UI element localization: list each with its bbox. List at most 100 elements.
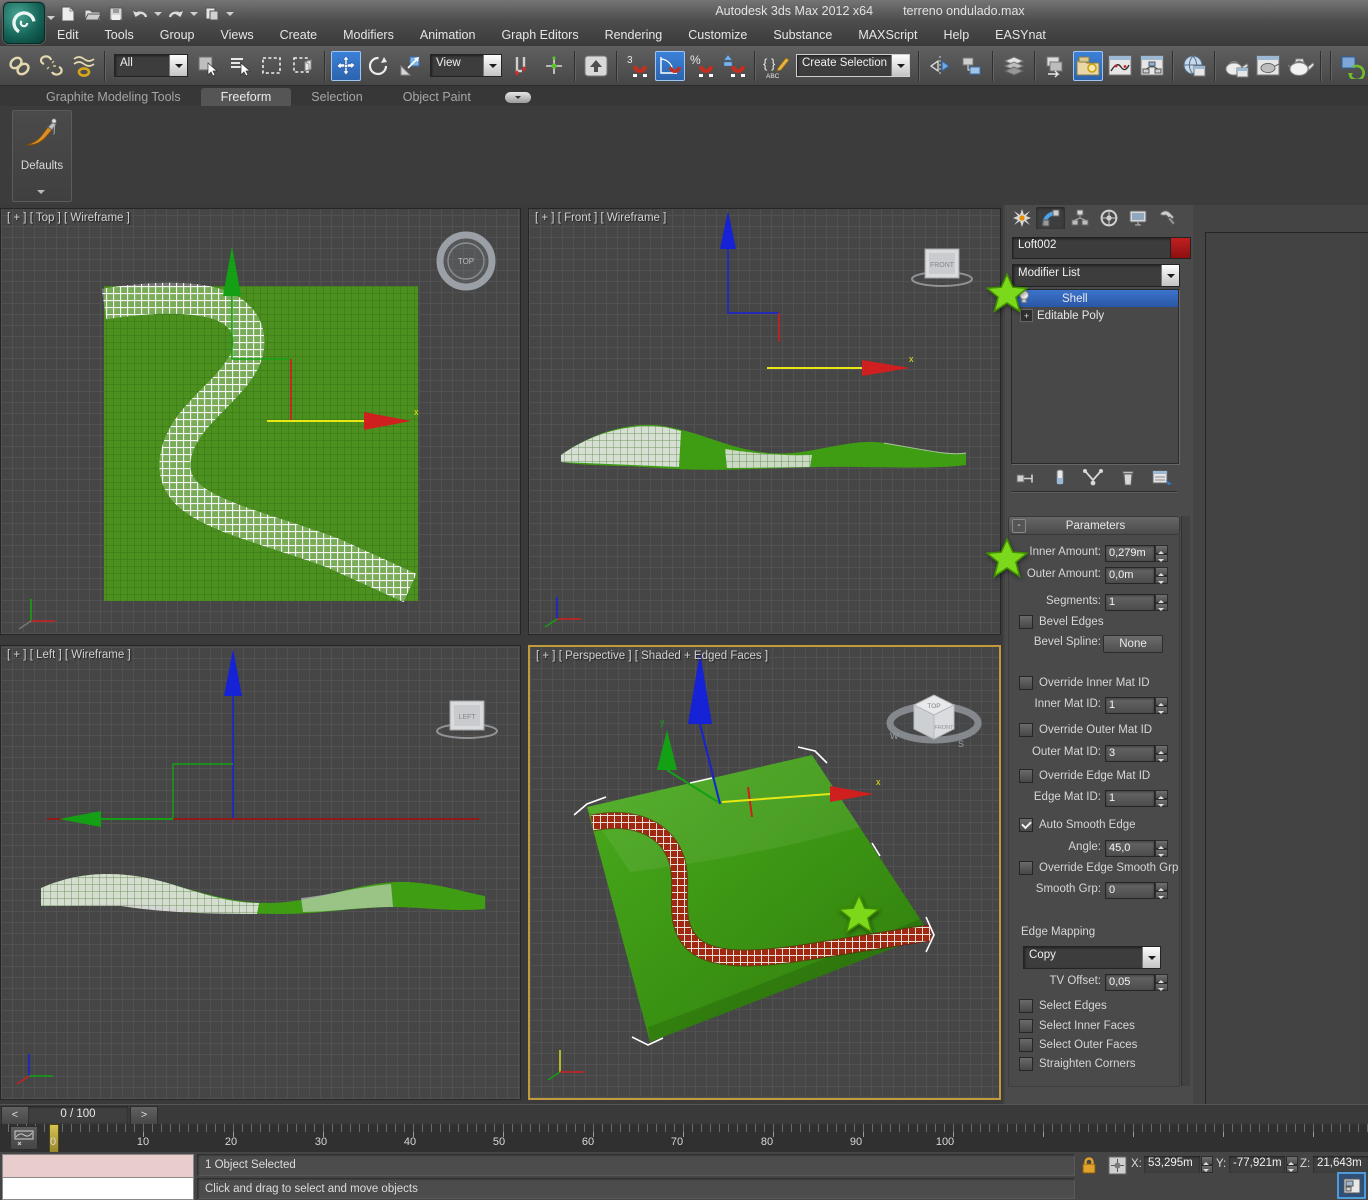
modifier-stack[interactable]: Shell + Editable Poly bbox=[1011, 289, 1179, 464]
bind-to-space-warp-icon[interactable] bbox=[69, 51, 99, 81]
dropdown-arrow-icon[interactable] bbox=[483, 55, 501, 76]
move-gizmo-front[interactable]: x bbox=[720, 211, 914, 376]
object-color-swatch[interactable] bbox=[1170, 237, 1191, 259]
select-and-manipulate-icon[interactable] bbox=[539, 51, 569, 81]
viewport-perspective[interactable]: y x W S TOP FRONT [ + ] [Perspective] … bbox=[528, 645, 1001, 1100]
gizmo-y-arrow[interactable] bbox=[59, 811, 101, 827]
gizmo-y-arrow[interactable] bbox=[223, 246, 241, 296]
remove-modifier-icon[interactable] bbox=[1120, 468, 1136, 491]
reference-coordinate-dropdown[interactable]: View bbox=[430, 54, 502, 77]
menu-animation[interactable]: Animation bbox=[407, 25, 489, 45]
fetch-button[interactable] bbox=[202, 5, 222, 23]
ribbon-tab-selection[interactable]: Selection bbox=[291, 88, 382, 106]
time-slider-frame-display[interactable]: 0 / 100 bbox=[28, 1106, 128, 1123]
inner-amount-spinner[interactable] bbox=[1155, 545, 1168, 562]
align-icon[interactable] bbox=[957, 51, 987, 81]
undo-history-arrow-icon[interactable] bbox=[154, 12, 162, 20]
utilities-tab-icon[interactable] bbox=[1152, 207, 1181, 229]
maxscript-mini-listener-input[interactable] bbox=[2, 1177, 194, 1200]
outer-amount-spinner[interactable] bbox=[1155, 567, 1168, 584]
hierarchy-tab-icon[interactable] bbox=[1065, 207, 1094, 229]
show-end-result-icon[interactable] bbox=[1053, 468, 1067, 491]
gizmo-x-arrow[interactable] bbox=[830, 786, 874, 802]
coord-x-field[interactable]: 53,295m bbox=[1144, 1156, 1200, 1173]
terrain-profile-left[interactable] bbox=[41, 874, 485, 914]
pin-stack-icon[interactable] bbox=[1015, 469, 1037, 490]
gizmo-z-arrow[interactable] bbox=[720, 211, 736, 249]
outer-mat-id-spinner[interactable] bbox=[1155, 745, 1168, 762]
modifier-stack-row-editable-poly[interactable]: + Editable Poly bbox=[1012, 307, 1178, 324]
undo-button[interactable] bbox=[130, 5, 150, 23]
selection-filter-dropdown[interactable]: All bbox=[114, 54, 188, 77]
absolute-mode-toggle-icon[interactable] bbox=[1108, 1156, 1127, 1175]
edge-mapping-dropdown[interactable]: Copy bbox=[1023, 946, 1161, 969]
select-object-icon[interactable] bbox=[193, 51, 223, 81]
ribbon-minimize-button[interactable] bbox=[504, 92, 531, 103]
edge-mat-id-spinner[interactable] bbox=[1155, 790, 1168, 807]
previous-frame-button[interactable]: < bbox=[1, 1106, 29, 1125]
ribbon-tab-freeform[interactable]: Freeform bbox=[200, 88, 292, 106]
viewport-front[interactable]: x FRONT [ + ] [ Front ] [ Wireframe ] bbox=[528, 208, 1001, 635]
tv-offset-field[interactable]: 0,05 bbox=[1105, 974, 1155, 991]
select-and-rotate-icon[interactable] bbox=[363, 51, 393, 81]
menu-views[interactable]: Views bbox=[207, 25, 266, 45]
top-compass[interactable]: TOP bbox=[436, 231, 496, 291]
edge-mat-id-field[interactable]: 1 bbox=[1105, 790, 1155, 807]
gizmo-z-arrow[interactable] bbox=[224, 649, 242, 696]
modifier-stack-row-shell[interactable]: Shell bbox=[1012, 290, 1178, 307]
select-outer-faces-checkbox[interactable] bbox=[1019, 1038, 1033, 1052]
viewport-front-label[interactable]: [ + ] [ Front ] [ Wireframe ] bbox=[535, 212, 666, 224]
viewport-left[interactable]: LEFT [ + ] [ Left ] [ Wireframe ] bbox=[0, 645, 521, 1100]
override-edge-smooth-checkbox[interactable] bbox=[1019, 861, 1033, 875]
collapse-rollout-icon[interactable]: - bbox=[1012, 518, 1026, 533]
modifier-stack-label[interactable]: Shell bbox=[1062, 293, 1088, 305]
create-tab-icon[interactable] bbox=[1007, 207, 1036, 229]
modifier-stack-label[interactable]: Editable Poly bbox=[1037, 310, 1104, 322]
menu-tools[interactable]: Tools bbox=[92, 25, 147, 45]
layer-manager-icon[interactable] bbox=[999, 51, 1029, 81]
redo-button[interactable] bbox=[166, 5, 186, 23]
mini-curve-editor-button[interactable] bbox=[10, 1126, 38, 1150]
new-file-button[interactable] bbox=[58, 5, 78, 23]
inner-amount-field[interactable]: 0,279m bbox=[1105, 545, 1155, 562]
display-tab-icon[interactable] bbox=[1123, 207, 1152, 229]
qat-overflow-arrow-icon[interactable] bbox=[226, 12, 234, 20]
render-production-icon[interactable] bbox=[1285, 51, 1315, 81]
graphite-ribbon-toggle-icon[interactable] bbox=[1073, 50, 1103, 81]
menu-help[interactable]: Help bbox=[930, 25, 982, 45]
modify-tab-icon[interactable] bbox=[1036, 207, 1065, 229]
gizmo-y-arrow[interactable] bbox=[657, 730, 677, 770]
viewcube[interactable]: W S TOP FRONT bbox=[886, 694, 982, 749]
override-outer-mat-checkbox[interactable] bbox=[1019, 723, 1033, 737]
angle-spinner[interactable] bbox=[1155, 840, 1168, 857]
rendered-frame-window-icon[interactable] bbox=[1253, 51, 1283, 81]
substance-update-icon[interactable] bbox=[1337, 51, 1367, 81]
dropdown-arrow-icon[interactable] bbox=[169, 55, 187, 76]
viewport-left-label[interactable]: [ + ] [ Left ] [ Wireframe ] bbox=[7, 649, 131, 661]
dropdown-arrow-icon[interactable] bbox=[891, 55, 909, 76]
make-unique-icon[interactable] bbox=[1082, 468, 1104, 491]
gizmo-z-arrow[interactable] bbox=[688, 652, 712, 724]
keyboard-shortcut-override-icon[interactable] bbox=[581, 51, 611, 81]
edit-named-selection-sets-icon[interactable]: { } ABC bbox=[761, 51, 791, 81]
dropdown-arrow-icon[interactable] bbox=[1161, 265, 1179, 286]
modifier-list-dropdown[interactable]: Modifier List bbox=[1012, 264, 1180, 287]
coord-x-spinner[interactable] bbox=[1201, 1156, 1213, 1173]
redo-history-arrow-icon[interactable] bbox=[190, 12, 198, 20]
override-inner-mat-checkbox[interactable] bbox=[1019, 676, 1033, 690]
smooth-grp-spinner[interactable] bbox=[1155, 882, 1168, 899]
defaults-expand-arrow-icon[interactable] bbox=[37, 190, 45, 198]
viewport-top-label[interactable]: [ + ] [ Top ] [ Wireframe ] bbox=[7, 212, 130, 224]
curve-editor-icon[interactable] bbox=[1105, 51, 1135, 81]
material-editor-icon[interactable] bbox=[1179, 51, 1209, 81]
manage-scene-states-icon[interactable] bbox=[1041, 51, 1071, 81]
angle-field[interactable]: 45,0 bbox=[1105, 840, 1155, 857]
select-by-name-icon[interactable] bbox=[225, 51, 255, 81]
spinner-snap-toggle-icon[interactable] bbox=[719, 51, 749, 81]
defaults-panel-button[interactable]: Defaults bbox=[12, 110, 72, 202]
object-name-field[interactable]: Loft002 bbox=[1012, 237, 1176, 259]
track-bar[interactable]: 0 10 20 30 40 50 60 70 80 90 100 bbox=[0, 1124, 1368, 1154]
ribbon-tab-object-paint[interactable]: Object Paint bbox=[383, 88, 491, 106]
coord-z-field[interactable]: 21,643m bbox=[1313, 1156, 1368, 1173]
outer-amount-field[interactable]: 0,0m bbox=[1105, 567, 1155, 584]
